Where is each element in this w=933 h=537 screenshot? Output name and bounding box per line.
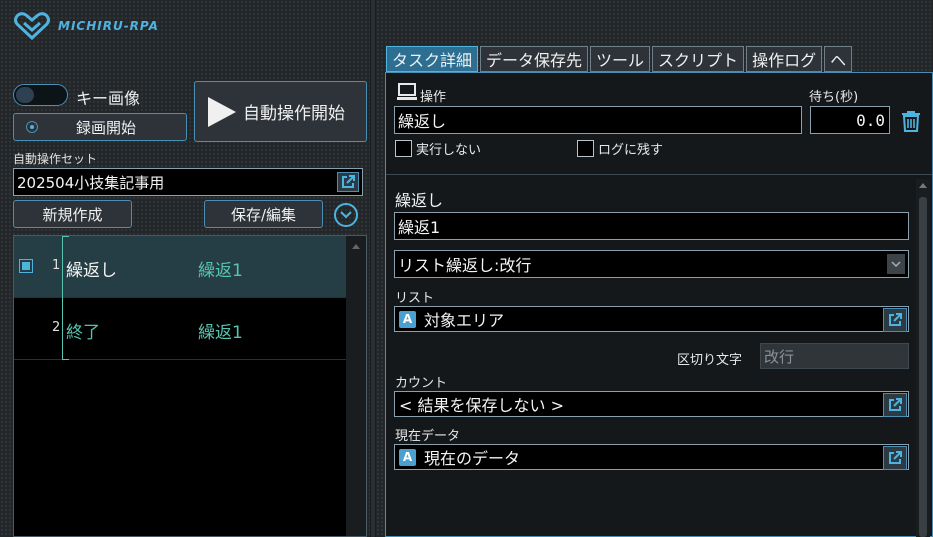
current-data-label: 現在データ	[395, 429, 461, 444]
tab-task-detail[interactable]: タスク詳細	[386, 46, 479, 72]
wait-field[interactable]: 0.0	[810, 106, 890, 134]
logo-icon	[14, 12, 50, 40]
task-detail-panel: 操作 繰返し 待ち(秒) 0.0 実行しない ログに残す 繰返し 繰返1 リスト…	[385, 72, 933, 537]
list-field[interactable]: A 対象エリア	[394, 306, 909, 332]
count-label: カウント	[395, 376, 448, 391]
current-data-value: 現在のデータ	[424, 449, 521, 468]
laptop-icon	[397, 83, 417, 100]
detail-scrollbar[interactable]	[916, 179, 930, 537]
task-name: 終了	[66, 323, 100, 343]
tab-bar: タスク詳細 データ保存先 ツール スクリプト 操作ログ ヘ	[386, 46, 853, 72]
count-field[interactable]: < 結果を保存しない >	[394, 391, 909, 417]
right-panel: タスク詳細 データ保存先 ツール スクリプト 操作ログ ヘ 操作 繰返し 待ち(…	[376, 0, 933, 537]
auto-set-field[interactable]: 202504小技集記事用	[13, 168, 363, 196]
trash-icon[interactable]	[901, 110, 921, 132]
log-label: ログに残す	[598, 143, 664, 158]
chevron-down-icon	[891, 261, 901, 267]
app-logo: MICHIRU-RPA	[14, 12, 159, 40]
list-link-button[interactable]	[883, 308, 907, 332]
count-link-button[interactable]	[883, 393, 907, 417]
auto-start-button[interactable]: 自動操作開始	[194, 81, 367, 142]
delimiter-label: 区切り文字	[677, 353, 743, 368]
section-title: 繰返し	[395, 191, 444, 210]
loop-name-field[interactable]: 繰返1	[394, 212, 909, 240]
no-exec-checkbox[interactable]: 実行しない	[395, 139, 481, 158]
task-name: 繰返し	[66, 261, 117, 281]
tab-data-destination[interactable]: データ保存先	[480, 46, 589, 72]
chevron-down-icon	[340, 211, 352, 219]
no-exec-label: 実行しない	[416, 143, 482, 158]
log-checkbox[interactable]: ログに残す	[577, 139, 663, 158]
tab-tools[interactable]: ツール	[590, 46, 651, 72]
expand-button[interactable]	[334, 203, 358, 227]
scroll-up-icon[interactable]	[919, 183, 927, 188]
operation-field[interactable]: 繰返し	[394, 106, 802, 134]
logo-text: MICHIRU-RPA	[58, 19, 159, 33]
variable-badge: A	[399, 448, 416, 466]
checkbox-box[interactable]	[577, 140, 594, 157]
key-image-label: キー画像	[76, 89, 141, 108]
record-start-label: 録画開始	[76, 119, 137, 137]
scroll-up-icon[interactable]	[352, 244, 360, 249]
task-number: 2	[52, 320, 61, 335]
external-link-icon	[889, 398, 902, 411]
task-label: 繰返1	[198, 261, 243, 281]
auto-start-label: 自動操作開始	[243, 104, 345, 124]
checkbox-box[interactable]	[395, 140, 412, 157]
operation-label: 操作	[420, 90, 447, 105]
wait-label: 待ち(秒)	[809, 90, 859, 105]
current-data-field[interactable]: A 現在のデータ	[394, 444, 909, 470]
play-icon	[208, 96, 236, 127]
auto-set-label: 自動操作セット	[13, 152, 98, 166]
loop-type-value: リスト繰返し:改行	[398, 256, 532, 275]
loop-type-select[interactable]: リスト繰返し:改行	[394, 250, 909, 278]
key-image-toggle[interactable]	[13, 84, 68, 106]
variable-badge: A	[399, 310, 416, 328]
task-list-scrollbar[interactable]	[346, 236, 366, 536]
separator	[386, 174, 932, 175]
scroll-thumb[interactable]	[919, 197, 927, 537]
tab-operation-log[interactable]: 操作ログ	[746, 46, 823, 72]
external-link-icon	[342, 175, 355, 188]
set-link-button[interactable]	[337, 172, 359, 192]
current-link-button[interactable]	[883, 446, 907, 470]
save-edit-button[interactable]: 保存/編集	[204, 200, 323, 228]
list-label: リスト	[395, 291, 435, 306]
list-value: 対象エリア	[424, 311, 505, 330]
external-link-icon	[889, 313, 902, 326]
auto-set-value: 202504小技集記事用	[17, 173, 165, 192]
delimiter-field: 改行	[760, 343, 909, 369]
loop-bracket	[62, 236, 70, 360]
task-number: 1	[52, 258, 61, 273]
external-link-icon	[889, 451, 902, 464]
tab-help[interactable]: ヘ	[824, 46, 853, 72]
toggle-knob	[16, 87, 34, 103]
radio-icon	[26, 121, 38, 133]
task-label: 繰返1	[198, 323, 243, 343]
count-value: < 結果を保存しない >	[399, 396, 564, 415]
dropdown-button[interactable]	[887, 254, 905, 274]
task-checkbox[interactable]	[19, 259, 33, 273]
task-list: 1 繰返し 繰返1 2 終了 繰返1	[13, 235, 367, 537]
record-start-button[interactable]: 録画開始	[13, 113, 187, 141]
new-create-button[interactable]: 新規作成	[13, 200, 132, 228]
left-panel: MICHIRU-RPA キー画像 録画開始 自動操作開始 自動操作セット 202…	[0, 0, 370, 537]
tab-script[interactable]: スクリプト	[652, 46, 745, 72]
